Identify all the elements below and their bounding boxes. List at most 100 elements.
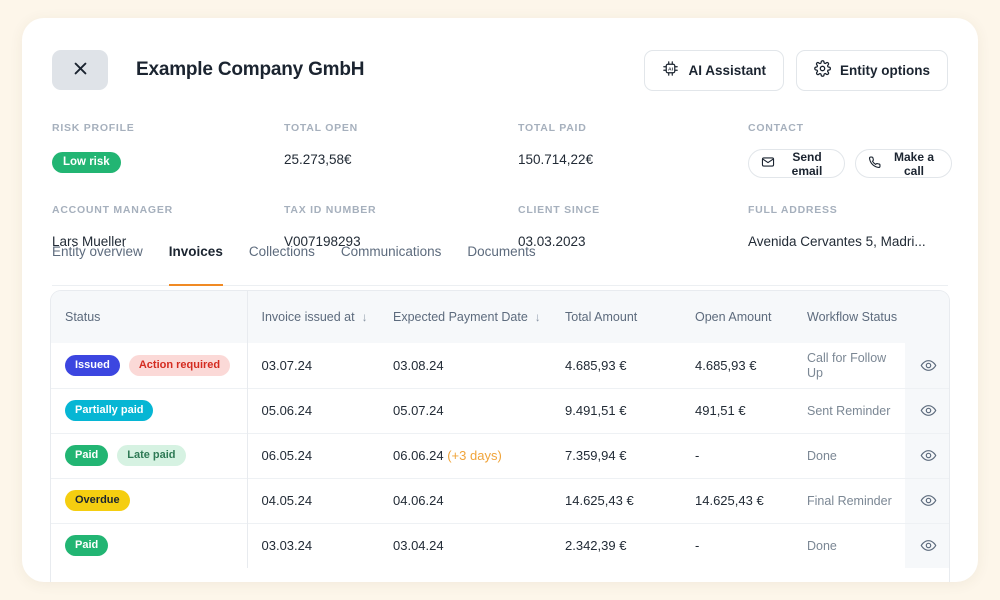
send-email-label: Send email [791, 149, 823, 178]
column-header-expected-payment-date[interactable]: Expected Payment Date ↓ [379, 291, 551, 343]
tab-collections[interactable]: Collections [249, 244, 315, 286]
tab-communications[interactable]: Communications [341, 244, 442, 286]
view-invoice-button[interactable] [905, 387, 949, 433]
column-header-total-amount: Total Amount [551, 291, 681, 343]
status-badges: Overdue [65, 490, 247, 511]
cell-status: Overdue [51, 477, 247, 523]
entity-options-button[interactable]: Entity options [796, 49, 948, 91]
table-row[interactable]: Overdue 04.05.24 04.06.24 14.625,43 €14.625… [51, 477, 949, 523]
svg-text:AI: AI [669, 66, 675, 72]
ai-assistant-button[interactable]: AI AI Assistant [644, 49, 784, 91]
entity-meta-grid: RISK PROFILE TOTAL OPEN TOTAL PAID CONTA… [52, 106, 952, 249]
workflow-status-label: Done [807, 539, 837, 554]
cell-expected-payment-date: 05.07.24 [379, 387, 551, 433]
cell-workflow-status: Done [793, 432, 905, 478]
column-header-label: Total Amount [565, 310, 638, 324]
account-manager-label: ACCOUNT MANAGER [52, 204, 173, 216]
status-badges: Paid [65, 535, 247, 557]
cell-workflow-status: Done [793, 522, 905, 568]
view-invoice-button[interactable] [905, 343, 949, 388]
column-header-workflow-status: Workflow Status [793, 291, 905, 343]
cell-open-amount: 491,51 € [681, 387, 793, 433]
eye-icon [920, 447, 937, 462]
entity-detail-card: Example Company GmbH AI AI Assistant Ent… [22, 18, 978, 582]
cell-status: Paid Late paid [51, 432, 247, 478]
total-paid-value: 150.714,22€ [518, 152, 594, 167]
sort-down-icon[interactable]: ↓ [535, 310, 541, 324]
status-badge: Paid [65, 445, 109, 466]
cell-invoice-issued-at: 06.05.24 [246, 432, 379, 478]
table-row[interactable]: Paid Late paid 06.05.24 06.06.24 (+3 days) 7… [51, 432, 949, 478]
cell-expected-payment-date: 04.06.24 [379, 477, 551, 523]
total-paid-label: TOTAL PAID [518, 122, 587, 134]
header-actions: AI AI Assistant Entity options [644, 49, 948, 91]
tab-bar: Entity overview Invoices Collections Commun… [52, 244, 948, 286]
table-row[interactable]: Issued Action required 03.07.24 03.08.24 4.6… [51, 343, 949, 388]
status-badges: Paid Late paid [65, 445, 247, 466]
cell-expected-payment-date: 03.04.24 [379, 522, 551, 568]
cell-invoice-issued-at: 05.06.24 [246, 387, 379, 433]
status-badge: Overdue [65, 490, 130, 511]
column-header-label: Invoice issued at [261, 310, 355, 324]
cell-invoice-issued-at: 03.07.24 [246, 343, 379, 388]
view-invoice-button[interactable] [905, 522, 949, 568]
card-header: Example Company GmbH AI AI Assistant Ent… [52, 46, 948, 94]
eye-icon [920, 537, 937, 552]
total-open-value: 25.273,58€ [284, 152, 352, 167]
ai-assistant-label: AI Assistant [688, 62, 766, 78]
send-email-button[interactable]: Send email [748, 149, 845, 178]
tab-entity-overview[interactable]: Entity overview [52, 244, 143, 286]
column-header-status: Status [51, 291, 247, 343]
cell-open-amount: 14.625,43 € [681, 477, 793, 523]
contact-label: CONTACT [748, 122, 804, 134]
expected-date-value: 05.07.24 [393, 403, 444, 418]
status-badge: Late paid [117, 445, 186, 466]
status-badge: Partially paid [65, 400, 154, 421]
total-open-label: TOTAL OPEN [284, 122, 359, 134]
status-badges: Partially paid [65, 400, 247, 421]
view-invoice-button[interactable] [905, 477, 949, 523]
column-header-invoice-issued-at[interactable]: Invoice issued at ↓ [246, 291, 379, 343]
make-a-call-button[interactable]: Make a call [855, 149, 952, 178]
page-title: Example Company GmbH [136, 59, 365, 80]
workflow-status-label: Sent Reminder [807, 404, 891, 418]
cell-total-amount: 14.625,43 € [551, 477, 681, 523]
expected-date-value: 03.04.24 [393, 538, 444, 554]
workflow-status-label: Done [807, 449, 837, 463]
risk-profile-value: Low risk [52, 144, 284, 178]
tab-documents[interactable]: Documents [467, 244, 535, 286]
cell-total-amount: 2.342,39 € [551, 522, 681, 568]
table-body: Issued Action required 03.07.24 03.08.24 4.6… [51, 343, 949, 568]
tax-id-label: TAX ID NUMBER [284, 204, 377, 216]
gear-icon [814, 60, 831, 80]
column-header-open-amount: Open Amount [681, 291, 793, 343]
eye-icon [920, 492, 937, 507]
tab-invoices[interactable]: Invoices [168, 244, 223, 286]
column-header-label: Workflow Status [807, 310, 898, 324]
close-button[interactable] [52, 50, 108, 90]
phone-icon [868, 155, 882, 172]
view-invoice-button[interactable] [905, 432, 949, 478]
full-address-label: FULL ADDRESS [748, 204, 838, 216]
cell-invoice-issued-at: 04.05.24 [246, 477, 379, 523]
table-row[interactable]: Paid 03.03.24 03.04.24 2.342,39 € - Done [51, 522, 949, 568]
cell-status: Issued Action required [51, 343, 247, 388]
sort-down-icon[interactable]: ↓ [362, 310, 368, 324]
chip-ai-icon: AI [662, 60, 679, 80]
cell-expected-payment-date: 06.06.24 (+3 days) [379, 432, 551, 478]
entity-options-label: Entity options [840, 62, 930, 78]
cell-expected-payment-date: 03.08.24 [379, 343, 551, 388]
status-badge: Issued [65, 354, 120, 376]
eye-icon [920, 357, 937, 372]
cell-invoice-issued-at: 03.03.24 [246, 522, 379, 568]
table-header-row: Status Invoice issued at ↓ Expected Payment… [51, 291, 949, 343]
app-root: Example Company GmbH AI AI Assistant Ent… [0, 0, 1000, 600]
status-badges: Issued Action required [65, 354, 247, 376]
late-days-indicator: (+3 days) [443, 448, 502, 463]
cell-workflow-status: Final Reminder [793, 477, 905, 523]
cell-open-amount: 4.685,93 € [695, 357, 757, 373]
table-row[interactable]: Partially paid 05.06.24 05.07.24 9.491,51 €… [51, 387, 949, 433]
cell-total-amount: 4.685,93 € [565, 357, 627, 373]
workflow-status-label: Call for Follow Up [807, 351, 887, 381]
status-badge: Low risk [52, 152, 121, 173]
